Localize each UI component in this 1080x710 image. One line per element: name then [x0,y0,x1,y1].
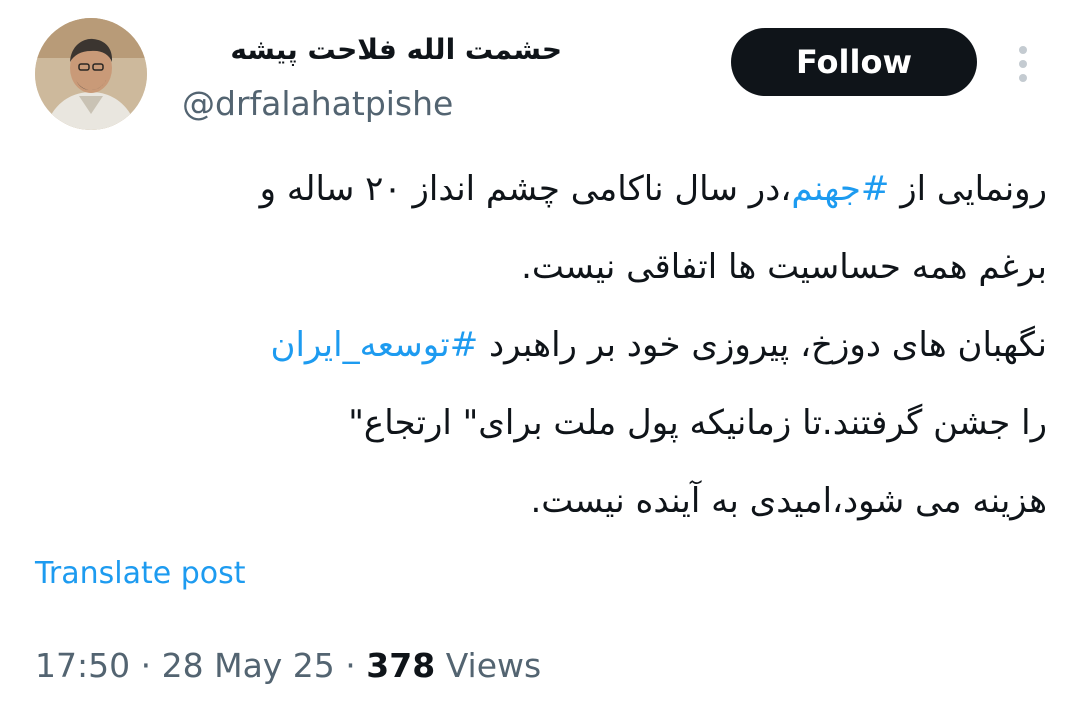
post-time[interactable]: 17:50 [35,646,130,685]
post-line: هزینه می شود،امیدی به آینده نیست. [530,481,1047,521]
display-name[interactable]: حشمت الله فلاحت پیشه [182,28,562,72]
text-segment: رونمایی از [889,169,1047,209]
translate-post-link[interactable]: Translate post [35,552,246,596]
more-dot [1019,60,1027,68]
views-label[interactable]: Views [446,646,542,685]
meta-separator: · [345,646,356,685]
post-line: برغم همه حساسیت ها اتفاقی نیست. [521,247,1047,287]
post-meta: 17:50 · 28 May 25 · 378 Views [35,642,541,690]
hashtag-link[interactable]: #توسعه_ایران [270,325,478,365]
hashtag-link[interactable]: #جهنم [791,169,889,209]
meta-separator: · [140,646,152,685]
post-date[interactable]: 28 May 25 [162,646,335,685]
follow-button[interactable]: Follow [731,28,977,96]
text-segment: نگهبان های دوزخ، پیروزی خود بر راهبرد [478,325,1047,365]
post-line: رونمایی از #جهنم،در سال ناکامی چشم انداز… [35,150,1047,228]
post-line: را جشن گرفتند.تا زمانیکه پول ملت برای" ا… [348,403,1047,443]
views-count[interactable]: 378 [366,646,435,685]
more-vertical-icon[interactable] [1012,44,1036,84]
avatar[interactable] [35,18,147,130]
post-text: رونمایی از #جهنم،در سال ناکامی چشم انداز… [35,150,1047,540]
user-handle[interactable]: @drfalahatpishe [182,84,453,124]
post-line: نگهبان های دوزخ، پیروزی خود بر راهبرد #ت… [35,306,1047,384]
more-dot [1019,74,1027,82]
more-dot [1019,46,1027,54]
tweet: حشمت الله فلاحت پیشه @drfalahatpishe Fol… [0,0,1080,710]
text-segment: ،در سال ناکامی چشم انداز ۲۰ ساله و [259,169,792,209]
